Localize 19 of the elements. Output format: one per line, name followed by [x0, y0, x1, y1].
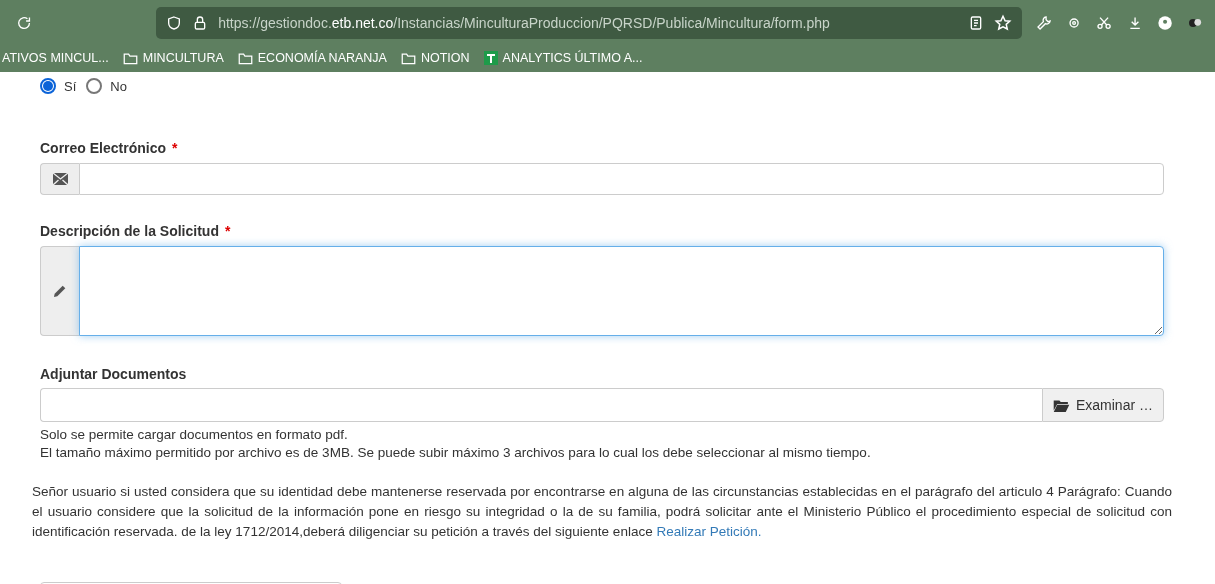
- address-bar[interactable]: https://gestiondoc.etb.net.co/Instancias/MinculturaProduccion/PQRSD/Publica/Mincultura/form.php: [156, 7, 1023, 39]
- radio-label: No: [110, 78, 127, 94]
- field-label: Adjuntar Documentos: [40, 366, 187, 382]
- bookmark[interactable]: ANALYTICS ÚLTIMO A...: [483, 51, 643, 65]
- radio-label: Sí: [64, 78, 77, 94]
- field-label: Correo Electrónico: [40, 140, 167, 156]
- help-text: Solo se permite cargar documentos en formato pdf.: [40, 426, 349, 444]
- notice-paragraph: Señor usuario si usted considera que su identidad debe mantenerse reservada por encontrarse en alguna de las circunstancias establecidas en el parágrafo del articulo 4 Parágrafo: Cuando el usuario considere que la solicitud de la información pone en riesgo su integridad o la de su familia, podrá solicitar ante el Ministerio Público el procedimiento especial de solicitud con identificación reservada. de la ley 1712/2014,deberá diligenciar su petición a través del siguiente enlace Realizar Petición.: [32, 483, 1172, 541]
- field-label: Descripción de la Solicitud: [40, 223, 219, 239]
- bookmark[interactable]: ATIVOS MINCUL...: [2, 51, 109, 65]
- request-link[interactable]: Realizar Petición.: [656, 524, 762, 539]
- required-mark: *: [224, 223, 231, 239]
- url-text: https://gestiondoc.etb.net.co/Instancias/MinculturaProduccion/PQRSD/Publica/Mincultura/form.php: [218, 15, 831, 31]
- bookmark[interactable]: NOTION: [400, 51, 470, 65]
- required-mark: *: [172, 140, 178, 156]
- help-text: El tamaño máximo permitido por archivo es de 3MB. Se puede subir máximo 3 archivos para lo cual los debe seleccionar al mismo tiempo.: [40, 444, 872, 462]
- browse-button[interactable]: Examinar …: [1041, 388, 1164, 422]
- bookmark[interactable]: MINCULTURA: [122, 51, 224, 65]
- bookmark[interactable]: ECONOMÍA NARANJA: [237, 51, 387, 65]
